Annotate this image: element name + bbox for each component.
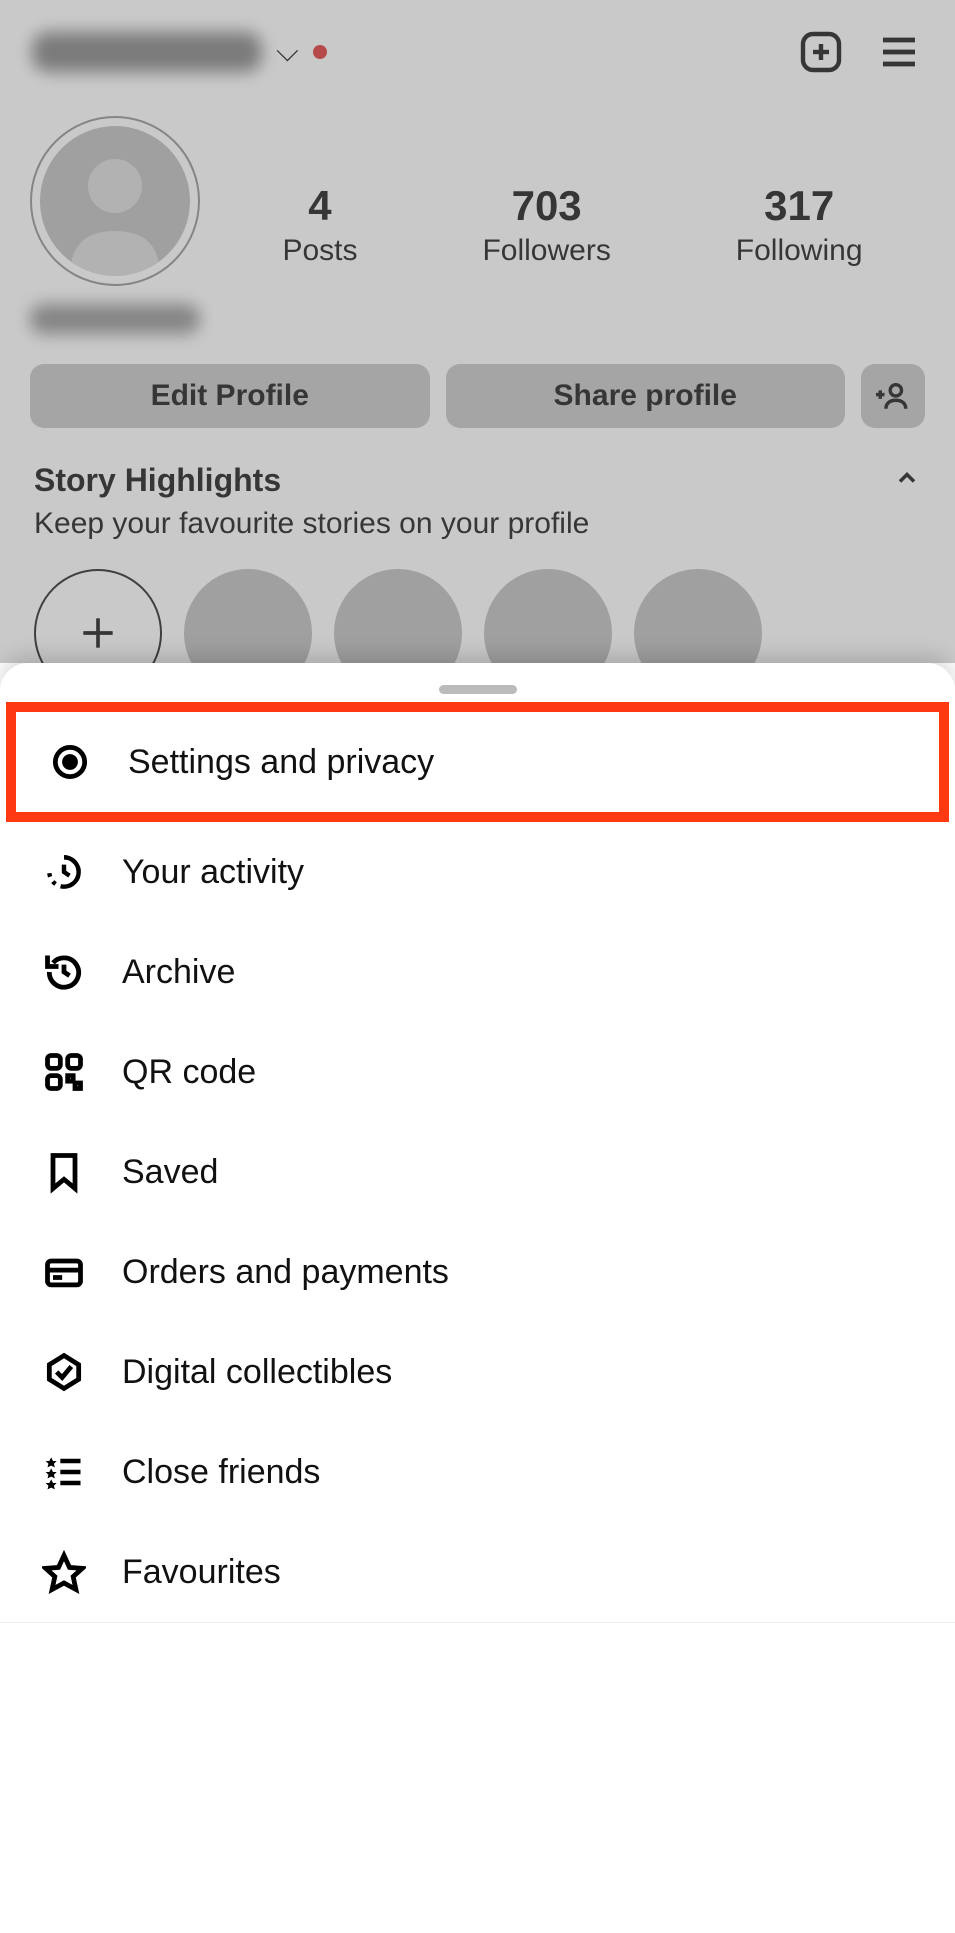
menu-item-label: Digital collectibles <box>122 1353 392 1392</box>
menu-close-friends[interactable]: Close friends <box>0 1422 955 1522</box>
menu-your-activity[interactable]: Your activity <box>0 822 955 922</box>
list-star-icon <box>40 1450 88 1494</box>
menu-item-label: Orders and payments <box>122 1253 449 1292</box>
menu-favourites[interactable]: Favourites <box>0 1522 955 1622</box>
menu-qr-code[interactable]: QR code <box>0 1022 955 1122</box>
activity-icon <box>40 850 88 894</box>
archive-icon <box>40 950 88 994</box>
menu-item-label: Your activity <box>122 853 304 892</box>
menu-item-label: Settings and privacy <box>128 743 434 782</box>
bookmark-icon <box>40 1150 88 1194</box>
menu-item-label: QR code <box>122 1053 256 1092</box>
modal-backdrop[interactable] <box>0 0 955 663</box>
qr-code-icon <box>40 1050 88 1094</box>
divider <box>0 1622 955 1623</box>
menu-item-label: Archive <box>122 953 235 992</box>
credit-card-icon <box>40 1250 88 1294</box>
star-icon <box>40 1550 88 1594</box>
hexagon-check-icon <box>40 1350 88 1394</box>
menu-settings-privacy[interactable]: Settings and privacy <box>16 712 939 812</box>
menu-item-label: Favourites <box>122 1553 281 1592</box>
annotation-highlight: Settings and privacy <box>6 702 949 822</box>
menu-digital-collectibles[interactable]: Digital collectibles <box>0 1322 955 1422</box>
menu-orders-payments[interactable]: Orders and payments <box>0 1222 955 1322</box>
gear-icon <box>46 740 94 784</box>
sheet-grabber[interactable] <box>439 685 517 694</box>
menu-saved[interactable]: Saved <box>0 1122 955 1222</box>
menu-item-label: Saved <box>122 1153 218 1192</box>
menu-archive[interactable]: Archive <box>0 922 955 1022</box>
bottom-sheet-menu: Settings and privacy Your activity <box>0 663 955 1933</box>
menu-item-label: Close friends <box>122 1453 320 1492</box>
